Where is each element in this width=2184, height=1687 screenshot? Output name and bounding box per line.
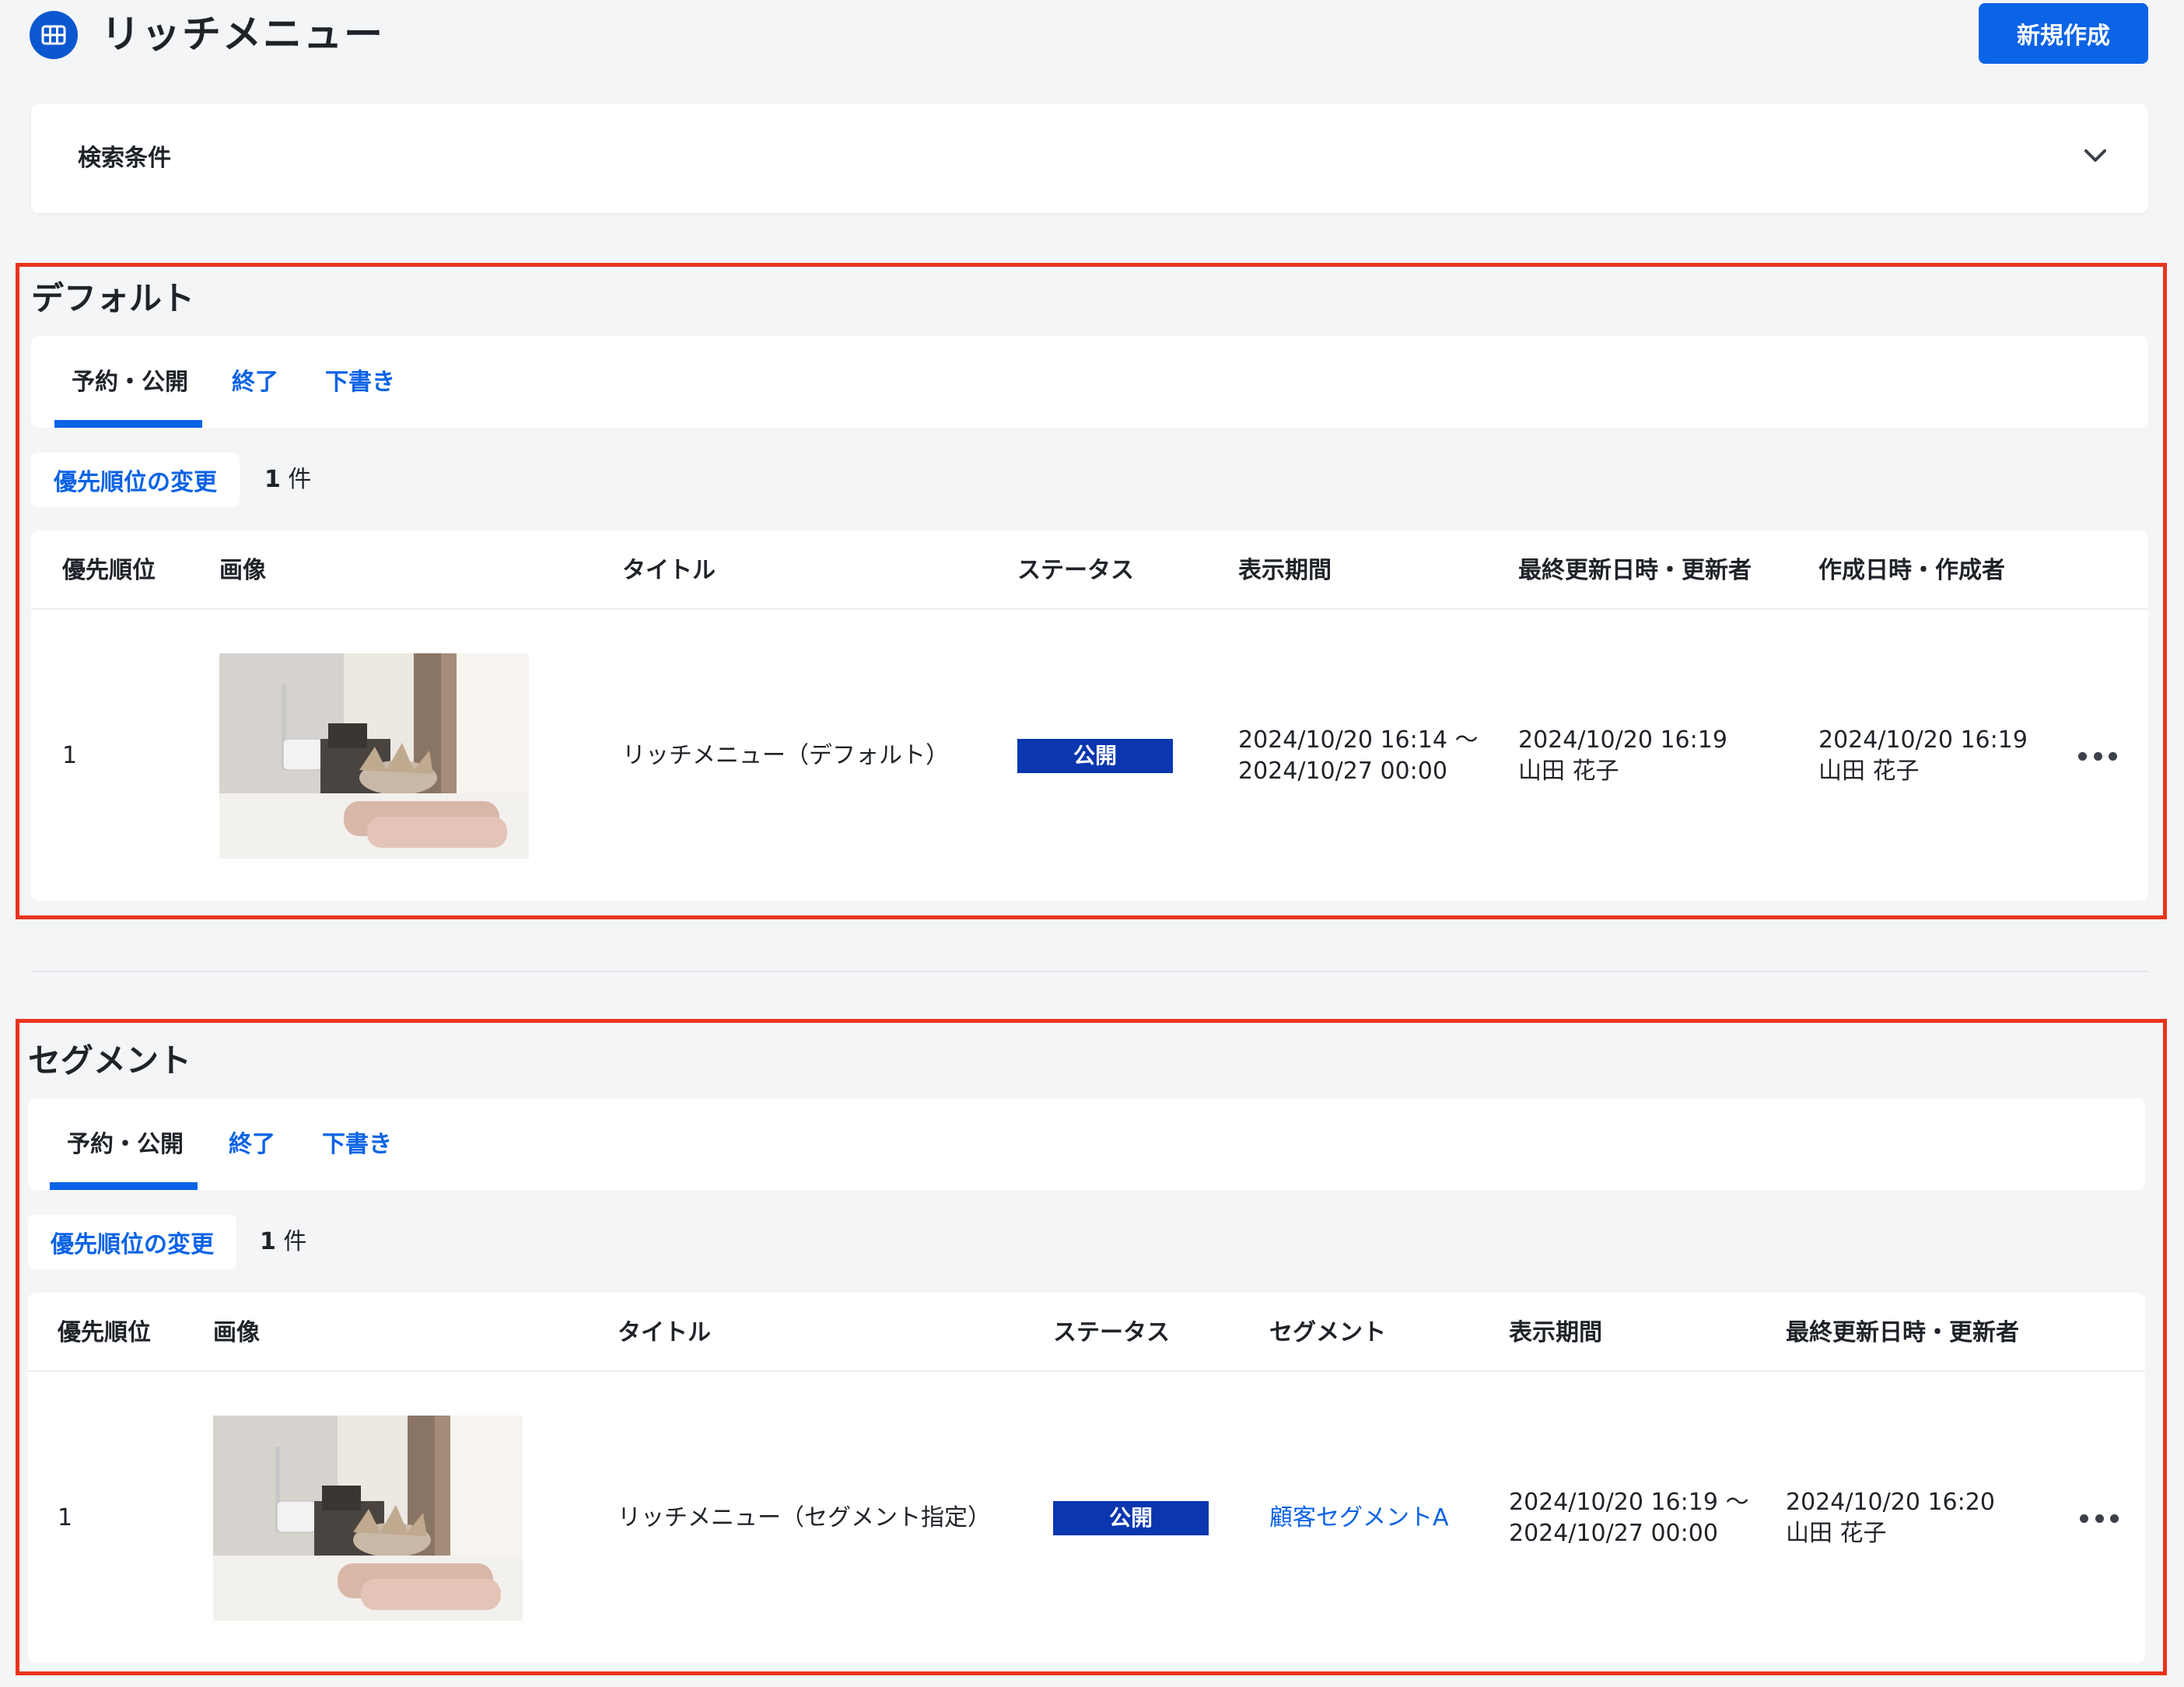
- header-divider: [28, 1370, 2145, 1372]
- updated-at: 2024/10/20 16:19: [1518, 726, 1727, 754]
- column-header-period: 表示期間: [1509, 1319, 1602, 1346]
- tab-reserved-published[interactable]: 予約・公開: [72, 366, 188, 400]
- column-header-period: 表示期間: [1238, 557, 1332, 584]
- column-header-title: タイトル: [622, 557, 716, 584]
- tab-ended[interactable]: 終了: [229, 1128, 275, 1162]
- status-badge: 公開: [1053, 1501, 1209, 1535]
- column-header-priority: 優先順位: [58, 1319, 151, 1346]
- active-tab-indicator: [50, 1182, 198, 1190]
- tab-draft[interactable]: 下書き: [325, 366, 395, 400]
- count-unit: 件: [283, 1228, 307, 1255]
- count-number: 1: [264, 466, 281, 493]
- search-conditions-panel[interactable]: 検索条件: [31, 104, 2148, 213]
- table-default: 優先順位 画像 タイトル ステータス 表示期間 最終更新日時・更新者 作成日時・…: [31, 530, 2148, 901]
- row-title: リッチメニュー（セグメント指定）: [618, 1504, 991, 1531]
- section-title-segment: セグメント: [28, 1041, 192, 1080]
- column-header-segment: セグメント: [1269, 1319, 1386, 1346]
- column-header-created: 作成日時・作成者: [1818, 557, 2005, 584]
- chevron-down-icon[interactable]: [2077, 137, 2114, 174]
- column-header-priority: 優先順位: [62, 557, 156, 584]
- result-count: 1 件: [264, 463, 311, 497]
- row-title: リッチメニュー（デフォルト）: [622, 742, 949, 769]
- count-unit: 件: [288, 466, 312, 493]
- column-header-updated: 最終更新日時・更新者: [1518, 557, 1752, 584]
- page-header: リッチメニュー 新規作成: [0, 0, 2184, 78]
- section-divider: [31, 971, 2148, 972]
- tabs-segment: 予約・公開 終了 下書き: [28, 1098, 2145, 1190]
- result-count: 1 件: [260, 1225, 306, 1259]
- updated-by: 山田 花子: [1786, 1520, 1887, 1547]
- tab-ended[interactable]: 終了: [232, 366, 278, 400]
- page-title: リッチメニュー: [101, 12, 384, 57]
- column-header-image: 画像: [219, 557, 266, 584]
- period-start: 2024/10/20 16:19 〜: [1509, 1489, 1749, 1516]
- period-end: 2024/10/27 00:00: [1238, 758, 1447, 785]
- row-priority: 1: [58, 1504, 73, 1531]
- section-title-default: デフォルト: [31, 279, 195, 317]
- tab-draft[interactable]: 下書き: [322, 1128, 392, 1162]
- status-badge: 公開: [1017, 739, 1173, 773]
- more-actions-icon[interactable]: [2078, 748, 2117, 764]
- active-tab-indicator: [54, 420, 202, 428]
- created-at: 2024/10/20 16:19: [1818, 726, 2028, 754]
- table-segment: 優先順位 画像 タイトル ステータス セグメント 表示期間 最終更新日時・更新者…: [28, 1293, 2145, 1663]
- row-priority: 1: [62, 742, 78, 769]
- created-by: 山田 花子: [1818, 758, 1920, 785]
- updated-by: 山田 花子: [1518, 758, 1619, 785]
- updated-at: 2024/10/20 16:20: [1786, 1489, 1995, 1516]
- column-header-status: ステータス: [1017, 557, 1134, 584]
- richmenu-thumbnail: [219, 653, 529, 859]
- tab-reserved-published[interactable]: 予約・公開: [67, 1128, 184, 1162]
- new-create-button[interactable]: 新規作成: [1979, 3, 2148, 64]
- header-divider: [31, 608, 2148, 610]
- column-header-image: 画像: [213, 1319, 260, 1346]
- column-header-title: タイトル: [618, 1319, 711, 1346]
- segment-link[interactable]: 顧客セグメントA: [1269, 1503, 1449, 1534]
- period-start: 2024/10/20 16:14 〜: [1238, 726, 1479, 754]
- search-conditions-label: 検索条件: [78, 145, 171, 172]
- period-end: 2024/10/27 00:00: [1509, 1520, 1718, 1547]
- more-actions-icon[interactable]: [2080, 1510, 2119, 1526]
- change-priority-button[interactable]: 優先順位の変更: [28, 1215, 236, 1269]
- column-header-status: ステータス: [1053, 1319, 1170, 1346]
- column-header-updated: 最終更新日時・更新者: [1786, 1319, 2019, 1346]
- richmenu-thumbnail: [213, 1416, 523, 1621]
- change-priority-button[interactable]: 優先順位の変更: [31, 453, 240, 507]
- grid-icon: [30, 11, 78, 59]
- tabs-default: 予約・公開 終了 下書き: [31, 336, 2148, 428]
- count-number: 1: [260, 1228, 276, 1255]
